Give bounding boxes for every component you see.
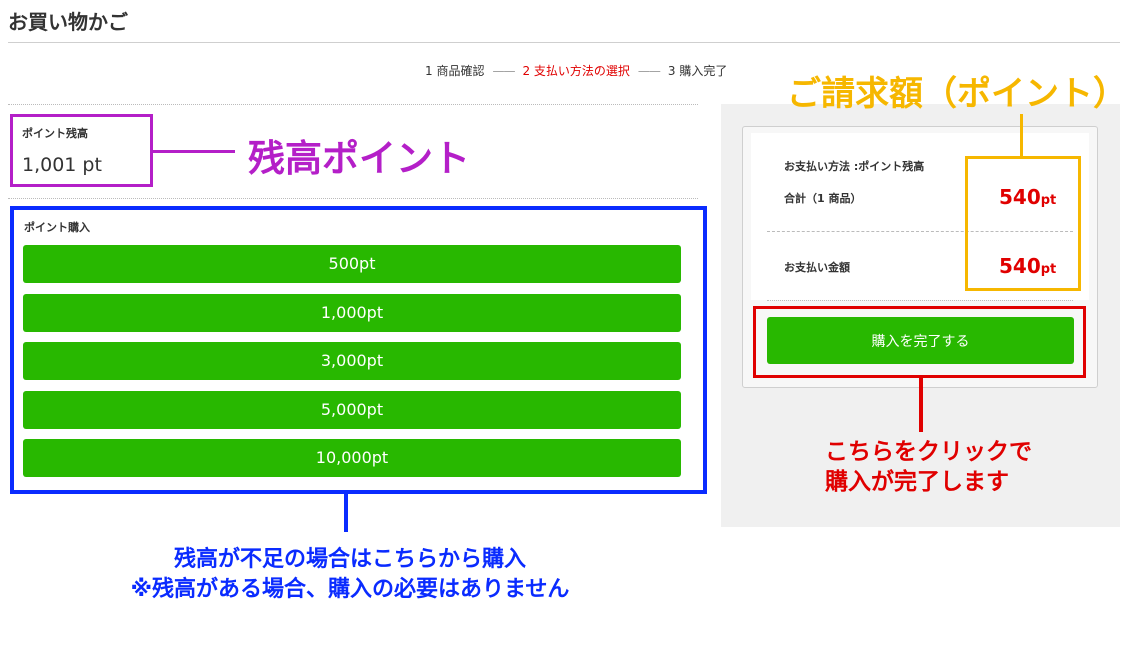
billing-highlight-frame: [965, 156, 1081, 291]
summary-divider: [767, 300, 1073, 301]
balance-callout-line: [153, 150, 235, 153]
payment-method-label: お支払い方法 :ポイント残高: [784, 160, 925, 173]
balance-annotation: 残高ポイント: [248, 137, 470, 180]
balance-highlight-frame: [10, 114, 153, 187]
step-purchase-complete: 3 購入完了: [667, 64, 728, 78]
complete-annotation: こちらをクリックで 購入が完了します: [825, 437, 1032, 497]
title-divider: [8, 42, 1120, 43]
purchase-callout-line: [344, 494, 348, 532]
total-label: 合計（1 商品）: [784, 192, 862, 205]
complete-highlight-frame: [753, 306, 1086, 378]
billing-annotation: ご請求額（ポイント）: [787, 74, 1125, 114]
section-divider: [8, 198, 698, 199]
step-separator: ——: [637, 63, 661, 78]
purchase-annotation-line2: ※残高がある場合、購入の必要はありません: [130, 577, 570, 602]
complete-annotation-line2: 購入が完了します: [825, 469, 1009, 495]
step-select-payment: 2 支払い方法の選択: [522, 64, 630, 78]
step-separator: ——: [492, 63, 515, 78]
page-title: お買い物かご: [8, 10, 128, 34]
complete-annotation-line1: こちらをクリックで: [825, 439, 1032, 465]
purchase-highlight-frame: [10, 206, 707, 494]
purchase-annotation: 残高が不足の場合はこちらから購入 ※残高がある場合、購入の必要はありません: [80, 545, 620, 605]
checkout-steps: 1 商品確認 —— 2 支払い方法の選択 —— 3 購入完了: [425, 62, 727, 79]
section-divider: [8, 104, 698, 105]
purchase-annotation-line1: 残高が不足の場合はこちらから購入: [173, 547, 526, 572]
step-confirm-items: 1 商品確認: [425, 64, 485, 78]
payment-amount-label: お支払い金額: [784, 261, 850, 274]
billing-callout-line: [1020, 114, 1023, 157]
complete-callout-line: [919, 378, 923, 432]
